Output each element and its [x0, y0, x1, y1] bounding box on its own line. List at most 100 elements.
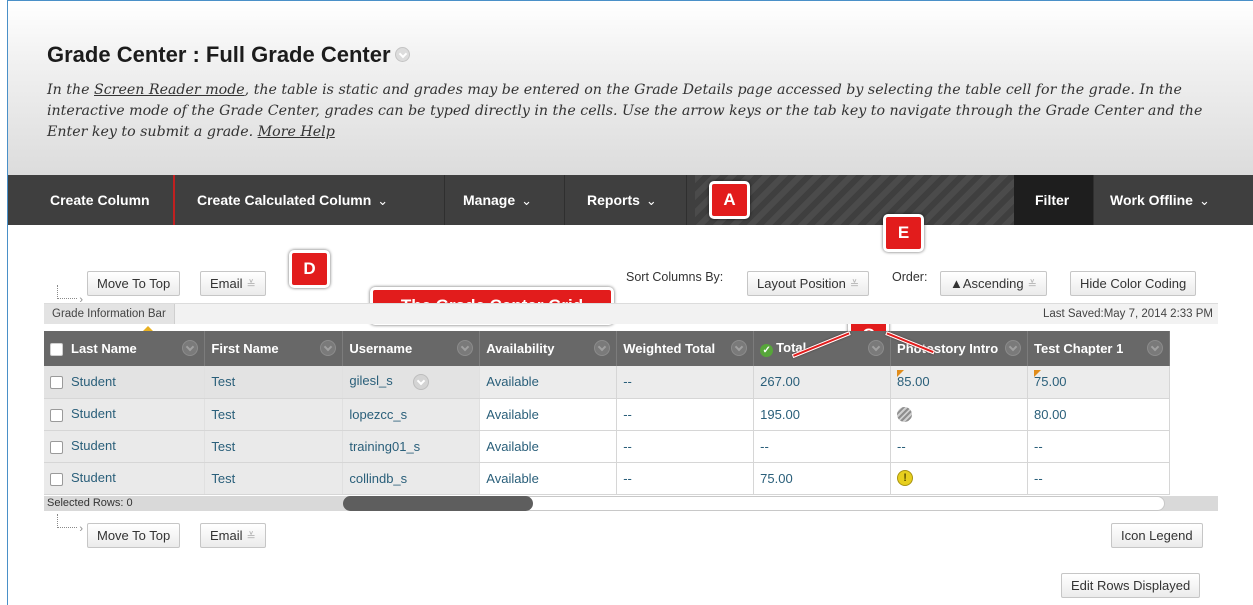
- work-offline-menu[interactable]: Work Offline ⌄: [1094, 175, 1253, 225]
- move-to-top-button[interactable]: Move To Top: [87, 271, 181, 296]
- reports-menu[interactable]: Reports ⌄: [565, 175, 687, 225]
- photostory-intro-cell[interactable]: [890, 398, 1028, 431]
- filter-button[interactable]: Filter: [1014, 175, 1094, 225]
- action-bar: Create Column Create Calculated Column ⌄ …: [8, 175, 1253, 225]
- sort-columns-select[interactable]: Layout Position ≚: [747, 271, 870, 296]
- order-select[interactable]: ▲Ascending ≚: [940, 271, 1047, 296]
- intro-text: In the Screen Reader mode, the table is …: [47, 80, 1237, 143]
- column-menu-icon[interactable]: [457, 340, 474, 356]
- first-name-cell[interactable]: Test: [204, 462, 344, 495]
- link-arrow-icon: ›: [57, 514, 83, 535]
- title-menu-chevron-icon[interactable]: [394, 46, 410, 62]
- cell-text: lopezcc_s: [349, 406, 408, 422]
- column-header-availability[interactable]: Availability: [479, 331, 618, 366]
- create-calculated-column-label: Create Calculated Column: [197, 192, 372, 208]
- chevron-down-icon: ⌄: [521, 193, 533, 208]
- table-row[interactable]: Student Test lopezcc_s Available -- 195.…: [44, 398, 1170, 431]
- last-name-cell[interactable]: Student: [44, 430, 206, 463]
- table-row[interactable]: Student Test gilesl_s Available -- 267.0…: [44, 366, 1170, 399]
- column-title: Availability: [486, 341, 555, 356]
- test-chapter-1-cell[interactable]: --: [1027, 462, 1170, 495]
- cell-text: Available: [486, 470, 539, 486]
- grade-information-bar-label[interactable]: Grade Information Bar: [44, 304, 175, 324]
- last-name-cell[interactable]: Student: [44, 462, 206, 495]
- weighted-total-cell[interactable]: --: [616, 430, 755, 463]
- total-cell[interactable]: --: [753, 430, 892, 463]
- cell-text: --: [623, 438, 632, 454]
- in-progress-icon: [897, 407, 913, 423]
- column-header-username[interactable]: Username: [342, 331, 481, 366]
- availability-cell[interactable]: Available: [479, 430, 618, 463]
- test-chapter-1-cell[interactable]: --: [1027, 430, 1170, 463]
- photostory-intro-cell[interactable]: --: [890, 430, 1028, 463]
- row-checkbox[interactable]: [50, 376, 63, 390]
- screen-reader-mode-link[interactable]: Screen Reader mode: [94, 82, 245, 98]
- email-button-bottom[interactable]: Email ≚: [200, 523, 266, 548]
- create-column-button[interactable]: Create Column: [38, 175, 175, 225]
- weighted-total-cell[interactable]: --: [616, 366, 755, 399]
- row-checkbox[interactable]: [50, 472, 63, 486]
- photostory-intro-cell[interactable]: !: [890, 462, 1028, 495]
- column-menu-icon[interactable]: [731, 340, 748, 356]
- total-cell[interactable]: 267.00: [753, 366, 892, 399]
- select-all-checkbox[interactable]: [50, 343, 63, 357]
- row-menu-icon[interactable]: [412, 374, 429, 391]
- availability-cell[interactable]: Available: [479, 366, 618, 399]
- column-header-first-name[interactable]: First Name: [204, 331, 344, 366]
- total-cell[interactable]: 195.00: [753, 398, 892, 431]
- column-header-weighted-total[interactable]: Weighted Total: [616, 331, 755, 366]
- chevron-down-icon: ⌄: [377, 193, 389, 208]
- column-menu-icon[interactable]: [1147, 340, 1163, 356]
- availability-cell[interactable]: Available: [479, 398, 618, 431]
- column-menu-icon[interactable]: [320, 340, 337, 356]
- last-name-cell[interactable]: Student: [44, 398, 206, 431]
- cell-text: Test: [211, 438, 236, 454]
- manage-menu[interactable]: Manage ⌄: [445, 175, 565, 225]
- edit-rows-displayed-button[interactable]: Edit Rows Displayed: [1061, 573, 1201, 598]
- row-checkbox[interactable]: [50, 440, 63, 454]
- column-menu-icon[interactable]: [182, 340, 199, 356]
- column-header-last-name[interactable]: Last Name: [44, 331, 206, 366]
- username-cell[interactable]: lopezcc_s: [342, 398, 481, 431]
- username-cell[interactable]: gilesl_s: [342, 366, 481, 399]
- weighted-total-cell[interactable]: --: [616, 398, 755, 431]
- more-help-link[interactable]: More Help: [258, 124, 335, 140]
- first-name-cell[interactable]: Test: [204, 398, 344, 431]
- total-cell[interactable]: 75.00: [753, 462, 892, 495]
- column-title: Username: [349, 341, 413, 356]
- cell-text: Available: [486, 438, 539, 454]
- column-menu-icon[interactable]: [594, 340, 611, 356]
- chevron-down-icon: ⌄: [645, 193, 657, 208]
- column-title: Test Chapter 1: [1034, 341, 1124, 356]
- username-cell[interactable]: training01_s: [342, 430, 481, 463]
- column-menu-icon[interactable]: [868, 340, 885, 356]
- cell-text: Student: [71, 406, 116, 422]
- first-name-cell[interactable]: Test: [204, 430, 344, 463]
- weighted-total-cell[interactable]: --: [616, 462, 755, 495]
- test-chapter-1-cell[interactable]: 80.00: [1027, 398, 1170, 431]
- table-row[interactable]: Student Test collindb_s Available -- 75.…: [44, 462, 1170, 495]
- column-menu-icon[interactable]: [1005, 340, 1021, 356]
- move-to-top-button-bottom[interactable]: Move To Top: [87, 523, 181, 548]
- cell-text: --: [760, 438, 769, 454]
- email-button[interactable]: Email ≚: [200, 271, 266, 296]
- last-name-cell[interactable]: Student: [44, 366, 206, 399]
- test-chapter-1-cell[interactable]: 75.00: [1027, 366, 1170, 399]
- hide-color-coding-button[interactable]: Hide Color Coding: [1070, 271, 1197, 296]
- link-arrow-icon: ›: [57, 285, 83, 306]
- photostory-intro-cell[interactable]: 85.00: [890, 366, 1028, 399]
- order-label: Order:: [892, 270, 928, 284]
- cell-text: --: [623, 406, 632, 422]
- table-row[interactable]: Student Test training01_s Available -- -…: [44, 430, 1170, 463]
- username-cell[interactable]: collindb_s: [342, 462, 481, 495]
- row-checkbox[interactable]: [50, 408, 63, 422]
- scrollbar-thumb[interactable]: [343, 496, 533, 511]
- create-column-label: Create Column: [50, 192, 150, 208]
- icon-legend-button[interactable]: Icon Legend: [1111, 523, 1203, 548]
- column-header-total[interactable]: ✓ Total: [753, 331, 892, 366]
- first-name-cell[interactable]: Test: [204, 366, 344, 399]
- column-header-photostory-intro[interactable]: Photostory Intro: [890, 331, 1028, 366]
- availability-cell[interactable]: Available: [479, 462, 618, 495]
- column-header-test-chapter-1[interactable]: Test Chapter 1: [1027, 331, 1170, 366]
- create-calculated-column-menu[interactable]: Create Calculated Column ⌄: [175, 175, 445, 225]
